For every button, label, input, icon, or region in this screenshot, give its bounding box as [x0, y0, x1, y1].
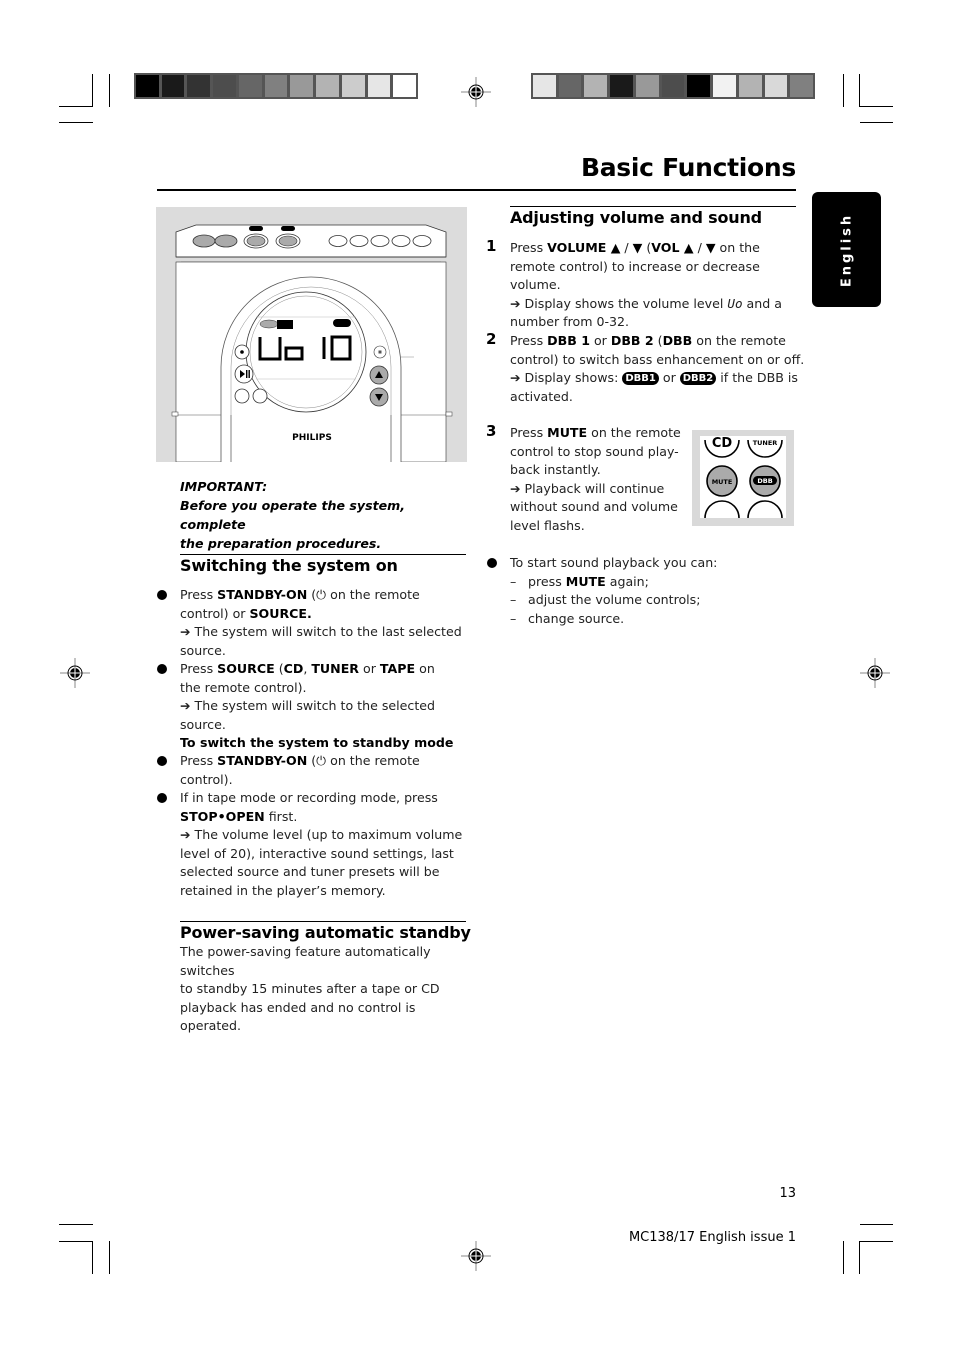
- brand-logo: PHILIPS: [292, 433, 332, 443]
- registration-mark-icon: [60, 658, 90, 688]
- stereo-front-panel: PHILIPS: [171, 224, 453, 463]
- document-footer: MC138/17 English issue 1: [628, 1230, 796, 1245]
- crop-mark: [860, 1224, 893, 1225]
- step-1-text: Press VOLUME ▲ / ▼ (VOL ▲ / ▼ on the rem…: [510, 240, 782, 330]
- crop-mark: [109, 1241, 110, 1274]
- standby-item-2: If in tape mode or recording mode, press…: [180, 790, 463, 898]
- bullet-icon: [487, 558, 497, 568]
- dbb1-badge: DBB1: [622, 372, 659, 386]
- step-number: 3: [486, 422, 497, 440]
- color-swatch: [393, 75, 417, 97]
- color-swatch: [161, 75, 185, 97]
- remote-dbb-label: DBB: [757, 477, 772, 485]
- registration-mark-icon: [860, 658, 890, 688]
- color-swatch: [290, 75, 314, 97]
- crop-mark: [859, 1241, 860, 1274]
- color-calibration-bar-right: [531, 73, 815, 99]
- switching-on-heading: Switching the system on: [180, 556, 398, 575]
- color-swatch: [367, 75, 391, 97]
- playback-option: – change source.: [510, 610, 625, 626]
- playback-option: – press MUTE again;: [510, 573, 649, 589]
- color-swatch: [136, 75, 159, 97]
- color-swatch: [687, 75, 711, 97]
- color-swatch: [341, 75, 365, 97]
- page-number: 13: [779, 1186, 796, 1201]
- remote-illustration: CD TUNER MUTE DBB: [692, 430, 794, 526]
- section-divider: [510, 206, 796, 207]
- title-divider: [157, 189, 796, 191]
- step-2-text: Press DBB 1 or DBB 2 (DBB on the remote …: [510, 333, 805, 404]
- color-swatch: [584, 75, 608, 97]
- color-swatch: [238, 75, 262, 97]
- important-label: IMPORTANT:: [180, 479, 268, 494]
- crop-mark: [92, 1241, 93, 1274]
- section-divider: [180, 554, 466, 555]
- remote-tuner-label: TUNER: [753, 439, 778, 447]
- switching-on-item-2: Press SOURCE (CD, TUNER or TAPE on the r…: [180, 661, 435, 732]
- color-swatch: [533, 75, 556, 97]
- crop-mark: [109, 74, 110, 107]
- crop-mark: [860, 106, 893, 107]
- crop-mark: [59, 122, 93, 123]
- color-swatch: [610, 75, 633, 97]
- page-title: Basic Functions: [580, 153, 796, 182]
- standby-subheading: To switch the system to standby mode: [180, 735, 454, 750]
- bullet-icon: [157, 590, 167, 600]
- color-swatch: [764, 75, 788, 97]
- color-swatch: [316, 75, 339, 97]
- section-divider: [180, 921, 466, 922]
- color-swatch: [187, 75, 211, 97]
- color-swatch: [635, 75, 659, 97]
- step-number: 2: [486, 330, 497, 348]
- important-text-line1: Before you operate the system, complete: [180, 498, 406, 532]
- remote-mute-label: MUTE: [712, 478, 733, 486]
- power-saving-text: The power-saving feature automatically s…: [180, 944, 440, 1034]
- crop-mark: [92, 74, 93, 107]
- registration-mark-icon: [461, 77, 491, 107]
- color-swatch: [738, 75, 762, 97]
- dbb2-badge: DBB2: [679, 372, 717, 386]
- crop-mark: [859, 74, 860, 107]
- playback-option: – adjust the volume controls;: [510, 592, 701, 608]
- color-swatch: [790, 75, 814, 97]
- crop-mark: [843, 74, 844, 107]
- color-calibration-bar-left: [134, 73, 418, 99]
- power-saving-heading: Power-saving automatic standby: [180, 923, 471, 942]
- registration-mark-icon: [461, 1241, 491, 1271]
- crop-mark: [59, 1241, 93, 1242]
- important-note: IMPORTANT: Before you operate the system…: [180, 477, 470, 553]
- standby-item-1: Press STANDBY-ON (⏻ on the remote contro…: [180, 753, 420, 787]
- language-tab-label: English: [839, 212, 854, 287]
- important-text-line2: the preparation procedures.: [180, 536, 382, 551]
- lcd-uo-glyph: Uo: [727, 295, 743, 311]
- device-illustration: PHILIPS: [156, 207, 467, 463]
- crop-mark: [843, 1241, 844, 1274]
- playback-options: To start sound playback you can: – press …: [510, 554, 790, 628]
- color-swatch: [213, 75, 236, 97]
- bullet-icon: [157, 664, 167, 674]
- step-number: 1: [486, 237, 497, 255]
- color-swatch: [558, 75, 582, 97]
- bullet-icon: [157, 756, 167, 766]
- language-tab: English: [812, 192, 881, 307]
- color-swatch: [264, 75, 288, 97]
- crop-mark: [860, 122, 893, 123]
- color-swatch: [661, 75, 685, 97]
- remote-cd-label: CD: [712, 436, 733, 451]
- crop-mark: [59, 106, 93, 107]
- crop-mark: [860, 1241, 893, 1242]
- step-3-text: Press MUTE on the remote control to stop…: [510, 425, 681, 533]
- switching-on-item-1: Press STANDBY-ON (⏻ on the remote contro…: [180, 587, 462, 658]
- color-swatch: [713, 75, 736, 97]
- crop-mark: [59, 1224, 93, 1225]
- adjusting-heading: Adjusting volume and sound: [510, 208, 762, 227]
- bullet-icon: [157, 793, 167, 803]
